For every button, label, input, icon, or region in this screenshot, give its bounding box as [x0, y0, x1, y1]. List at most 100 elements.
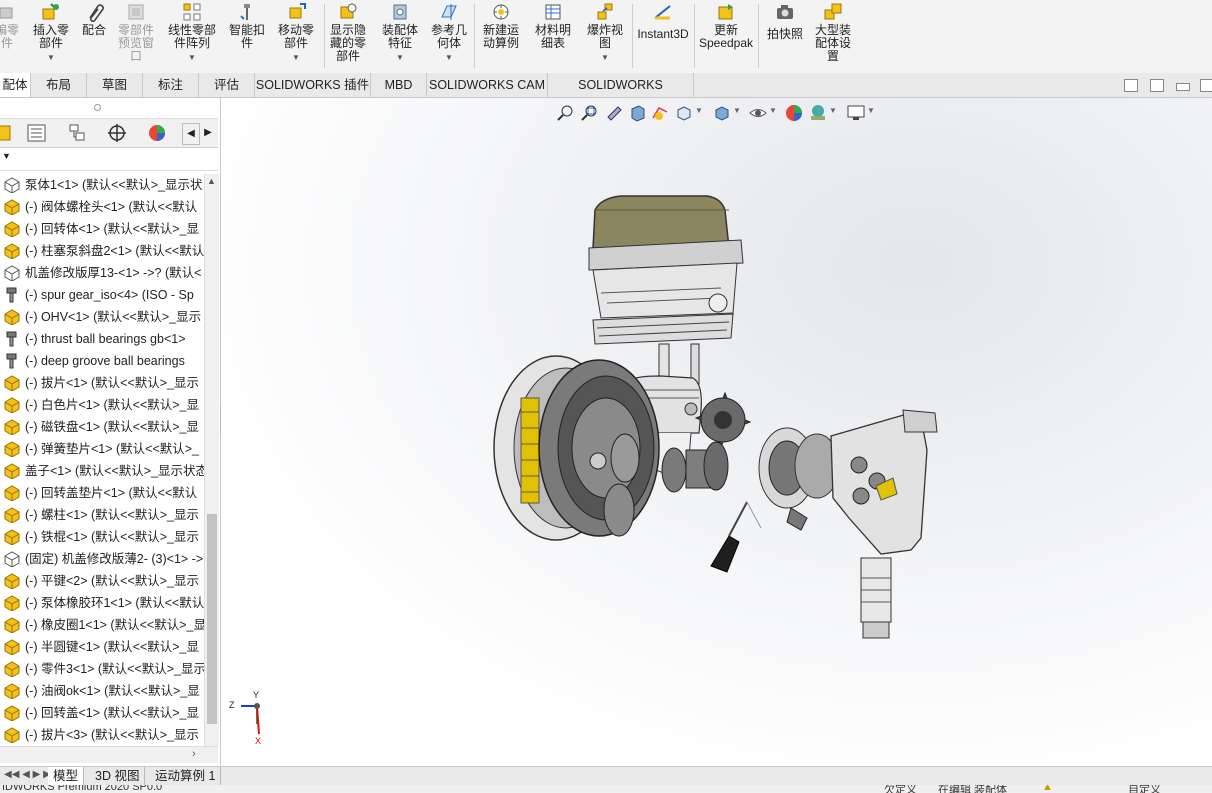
large-assembly-settings-button[interactable]: 大型装 配体设 置 [810, 2, 856, 63]
part-icon [3, 375, 20, 392]
tab-sketch[interactable]: 草图 [87, 73, 143, 97]
tree-node[interactable]: 盖子<1> (默认<<默认>_显示状态 [0, 460, 204, 482]
tree-node[interactable]: (-) OHV<1> (默认<<默认>_显示 [0, 306, 204, 328]
window-maximize-icon[interactable] [1200, 79, 1212, 92]
tab-solidworks-cam[interactable]: SOLIDWORKS CAM [427, 73, 548, 97]
tab-layout[interactable]: 布局 [31, 73, 87, 97]
insert-components-button[interactable]: 插入零 部件 ▼ [28, 2, 74, 64]
status-units[interactable]: 自定义 [1128, 785, 1161, 793]
tree-node[interactable]: (-) 橡皮圈1<1> (默认<<默认>_显 [0, 614, 204, 636]
tree-node[interactable]: (-) thrust ball bearings gb<1> [0, 328, 204, 350]
filter-chevron-icon[interactable]: ▼ [2, 151, 11, 161]
tab-solidworks-inspection[interactable]: SOLIDWORKS Inspection [548, 73, 694, 116]
large-assembly-settings-label: 大型装 配体设 置 [814, 23, 851, 63]
update-speedpak-button[interactable]: 更新 Speedpak [698, 2, 754, 50]
scrollbar-thumb[interactable] [207, 514, 217, 724]
update-speedpak-label: 更新 Speedpak [698, 23, 754, 50]
component-preview-button[interactable]: 零部件 预览窗 口 [114, 2, 158, 63]
tree-vertical-scrollbar[interactable]: ▲ [204, 174, 219, 746]
chevron-down-icon[interactable]: ▼ [396, 51, 404, 64]
graphics-area[interactable]: ▼ ▼ ▼ ▼ ▼ Z Y X [221, 98, 1212, 765]
tab-solidworks-addins[interactable]: SOLIDWORKS 插件 [255, 73, 371, 97]
tree-node[interactable]: (-) 拔片<1> (默认<<默认>_显示 [0, 372, 204, 394]
new-motion-study-button[interactable]: 新建运 动算例 [478, 2, 524, 50]
tree-node[interactable]: (-) 白色片<1> (默认<<默认>_显 [0, 394, 204, 416]
tree-node-label: (-) 铁棍<1> (默认<<默认>_显示 [25, 530, 199, 544]
property-manager-tab-icon[interactable] [26, 123, 48, 143]
tree-node[interactable]: (-) deep groove ball bearings [0, 350, 204, 372]
dimxpert-tab-icon[interactable] [106, 123, 128, 143]
tree-node[interactable]: (-) 回转体<1> (默认<<默认>_显 [0, 218, 204, 240]
chevron-down-icon[interactable]: ▼ [601, 51, 609, 64]
move-component-label: 移动零 部件 [277, 23, 314, 50]
tree-node[interactable]: (-) 拔片<3> (默认<<默认>_显示 [0, 724, 204, 744]
tab-motion-study-1[interactable]: 运动算例 1 [150, 767, 222, 785]
part-icon [3, 683, 20, 700]
tab-evaluate[interactable]: 评估 [199, 73, 255, 97]
motion-study-icon [491, 2, 511, 22]
panel-splitter-handle[interactable] [94, 104, 101, 111]
tree-node[interactable]: (-) 回转盖<1> (默认<<默认>_显 [0, 702, 204, 724]
tree-node[interactable]: (-) 铁棍<1> (默认<<默认>_显示 [0, 526, 204, 548]
feature-manager-tab-icon[interactable] [0, 123, 16, 143]
move-component-button[interactable]: 移动零 部件 ▼ [272, 2, 320, 64]
new-motion-study-label: 新建运 动算例 [482, 23, 519, 50]
chevron-down-icon[interactable]: ▼ [47, 51, 55, 64]
tree-node-label: (-) 橡皮圈1<1> (默认<<默认>_显 [25, 618, 204, 632]
linear-pattern-button[interactable]: 线性零部 件阵列 ▼ [163, 2, 221, 64]
exploded-assembly-model[interactable] [221, 98, 1212, 765]
tree-node-label: (-) deep groove ball bearings [25, 354, 185, 368]
take-snapshot-button[interactable]: 拍快照 [762, 2, 808, 41]
tree-node[interactable]: (-) 螺柱<1> (默认<<默认>_显示 [0, 504, 204, 526]
chevron-down-icon[interactable]: ▼ [188, 51, 196, 64]
tree-node[interactable]: (-) 阀体螺栓头<1> (默认<<默认 [0, 196, 204, 218]
ribbon-divider [632, 4, 633, 68]
reference-geometry-icon [439, 2, 459, 22]
status-editing: 在编辑 装配体 [938, 785, 1008, 793]
tree-horizontal-scrollbar[interactable]: › [0, 746, 218, 763]
chevron-down-icon[interactable]: ▼ [445, 51, 453, 64]
tree-node[interactable]: (-) 磁铁盘<1> (默认<<默认>_显 [0, 416, 204, 438]
tree-node[interactable]: (-) 零件3<1> (默认<<默认>_显示 [0, 658, 204, 680]
ribbon-clipped-label: 编零 件 [0, 23, 19, 50]
exploded-view-button[interactable]: 爆炸视 图 ▼ [582, 2, 628, 64]
window-tile-right-icon[interactable] [1150, 79, 1164, 92]
tree-node[interactable]: (固定) 机盖修改版薄2- (3)<1> -> [0, 548, 204, 570]
tree-node[interactable]: (-) 平键<2> (默认<<默认>_显示 [0, 570, 204, 592]
chevron-down-icon[interactable]: ▼ [292, 51, 300, 64]
oil-valve-part [710, 501, 808, 573]
tree-node-label: (-) 螺柱<1> (默认<<默认>_显示 [25, 508, 199, 522]
tab-model[interactable]: 模型 [48, 767, 85, 785]
tree-node[interactable]: (-) 回转盖垫片<1> (默认<<默认 [0, 482, 204, 504]
tab-scroll-left-icon[interactable]: ◀ [182, 123, 200, 145]
status-bar: IDWORKS Premium 2020 SP0.0 欠定义 在编辑 装配体 ▲… [0, 785, 1212, 793]
bill-of-materials-button[interactable]: 材料明 细表 [530, 2, 576, 50]
tab-scroll-right-icon[interactable]: ▶ [200, 123, 216, 143]
reference-geometry-button[interactable]: 参考几 何体 ▼ [427, 2, 471, 64]
window-tile-left-icon[interactable] [1124, 79, 1138, 92]
instant3d-button[interactable]: Instant3D [636, 2, 690, 41]
scroll-right-icon[interactable]: › [192, 748, 196, 760]
ribbon-clipped-button[interactable]: 编零 件 [0, 2, 20, 50]
tree-node[interactable]: (-) 泵体橡胶环1<1> (默认<<默认 [0, 592, 204, 614]
show-hidden-components-button[interactable]: 显示隐 藏的零 部件 [326, 2, 370, 63]
tree-node[interactable]: 泵体1<1> (默认<<默认>_显示状 [0, 174, 204, 196]
tab-mbd[interactable]: MBD [371, 73, 427, 97]
tab-3d-views[interactable]: 3D 视图 [90, 767, 146, 785]
tree-node[interactable]: (-) spur gear_iso<4> (ISO - Sp [0, 284, 204, 306]
scroll-up-icon[interactable]: ▲ [207, 176, 216, 186]
warning-icon[interactable]: ▲ [1042, 785, 1053, 793]
tree-node[interactable]: (-) 油阀ok<1> (默认<<默认>_显 [0, 680, 204, 702]
window-restore-icon[interactable] [1176, 83, 1190, 91]
tab-assembly[interactable]: 配体 [0, 73, 31, 97]
assembly-features-button[interactable]: 装配体 特征 ▼ [378, 2, 422, 64]
configuration-manager-tab-icon[interactable] [66, 123, 88, 143]
tab-markup[interactable]: 标注 [143, 73, 199, 97]
smart-fasteners-button[interactable]: 智能扣 件 [225, 2, 269, 50]
tree-node[interactable]: (-) 半圆键<1> (默认<<默认>_显 [0, 636, 204, 658]
tree-node[interactable]: 机盖修改版厚13-<1> ->? (默认< [0, 262, 204, 284]
tree-node[interactable]: (-) 弹簧垫片<1> (默认<<默认>_ [0, 438, 204, 460]
mate-button[interactable]: 配合 [78, 2, 110, 37]
display-manager-tab-icon[interactable] [146, 123, 168, 143]
tree-node[interactable]: (-) 柱塞泵斜盘2<1> (默认<<默认 [0, 240, 204, 262]
